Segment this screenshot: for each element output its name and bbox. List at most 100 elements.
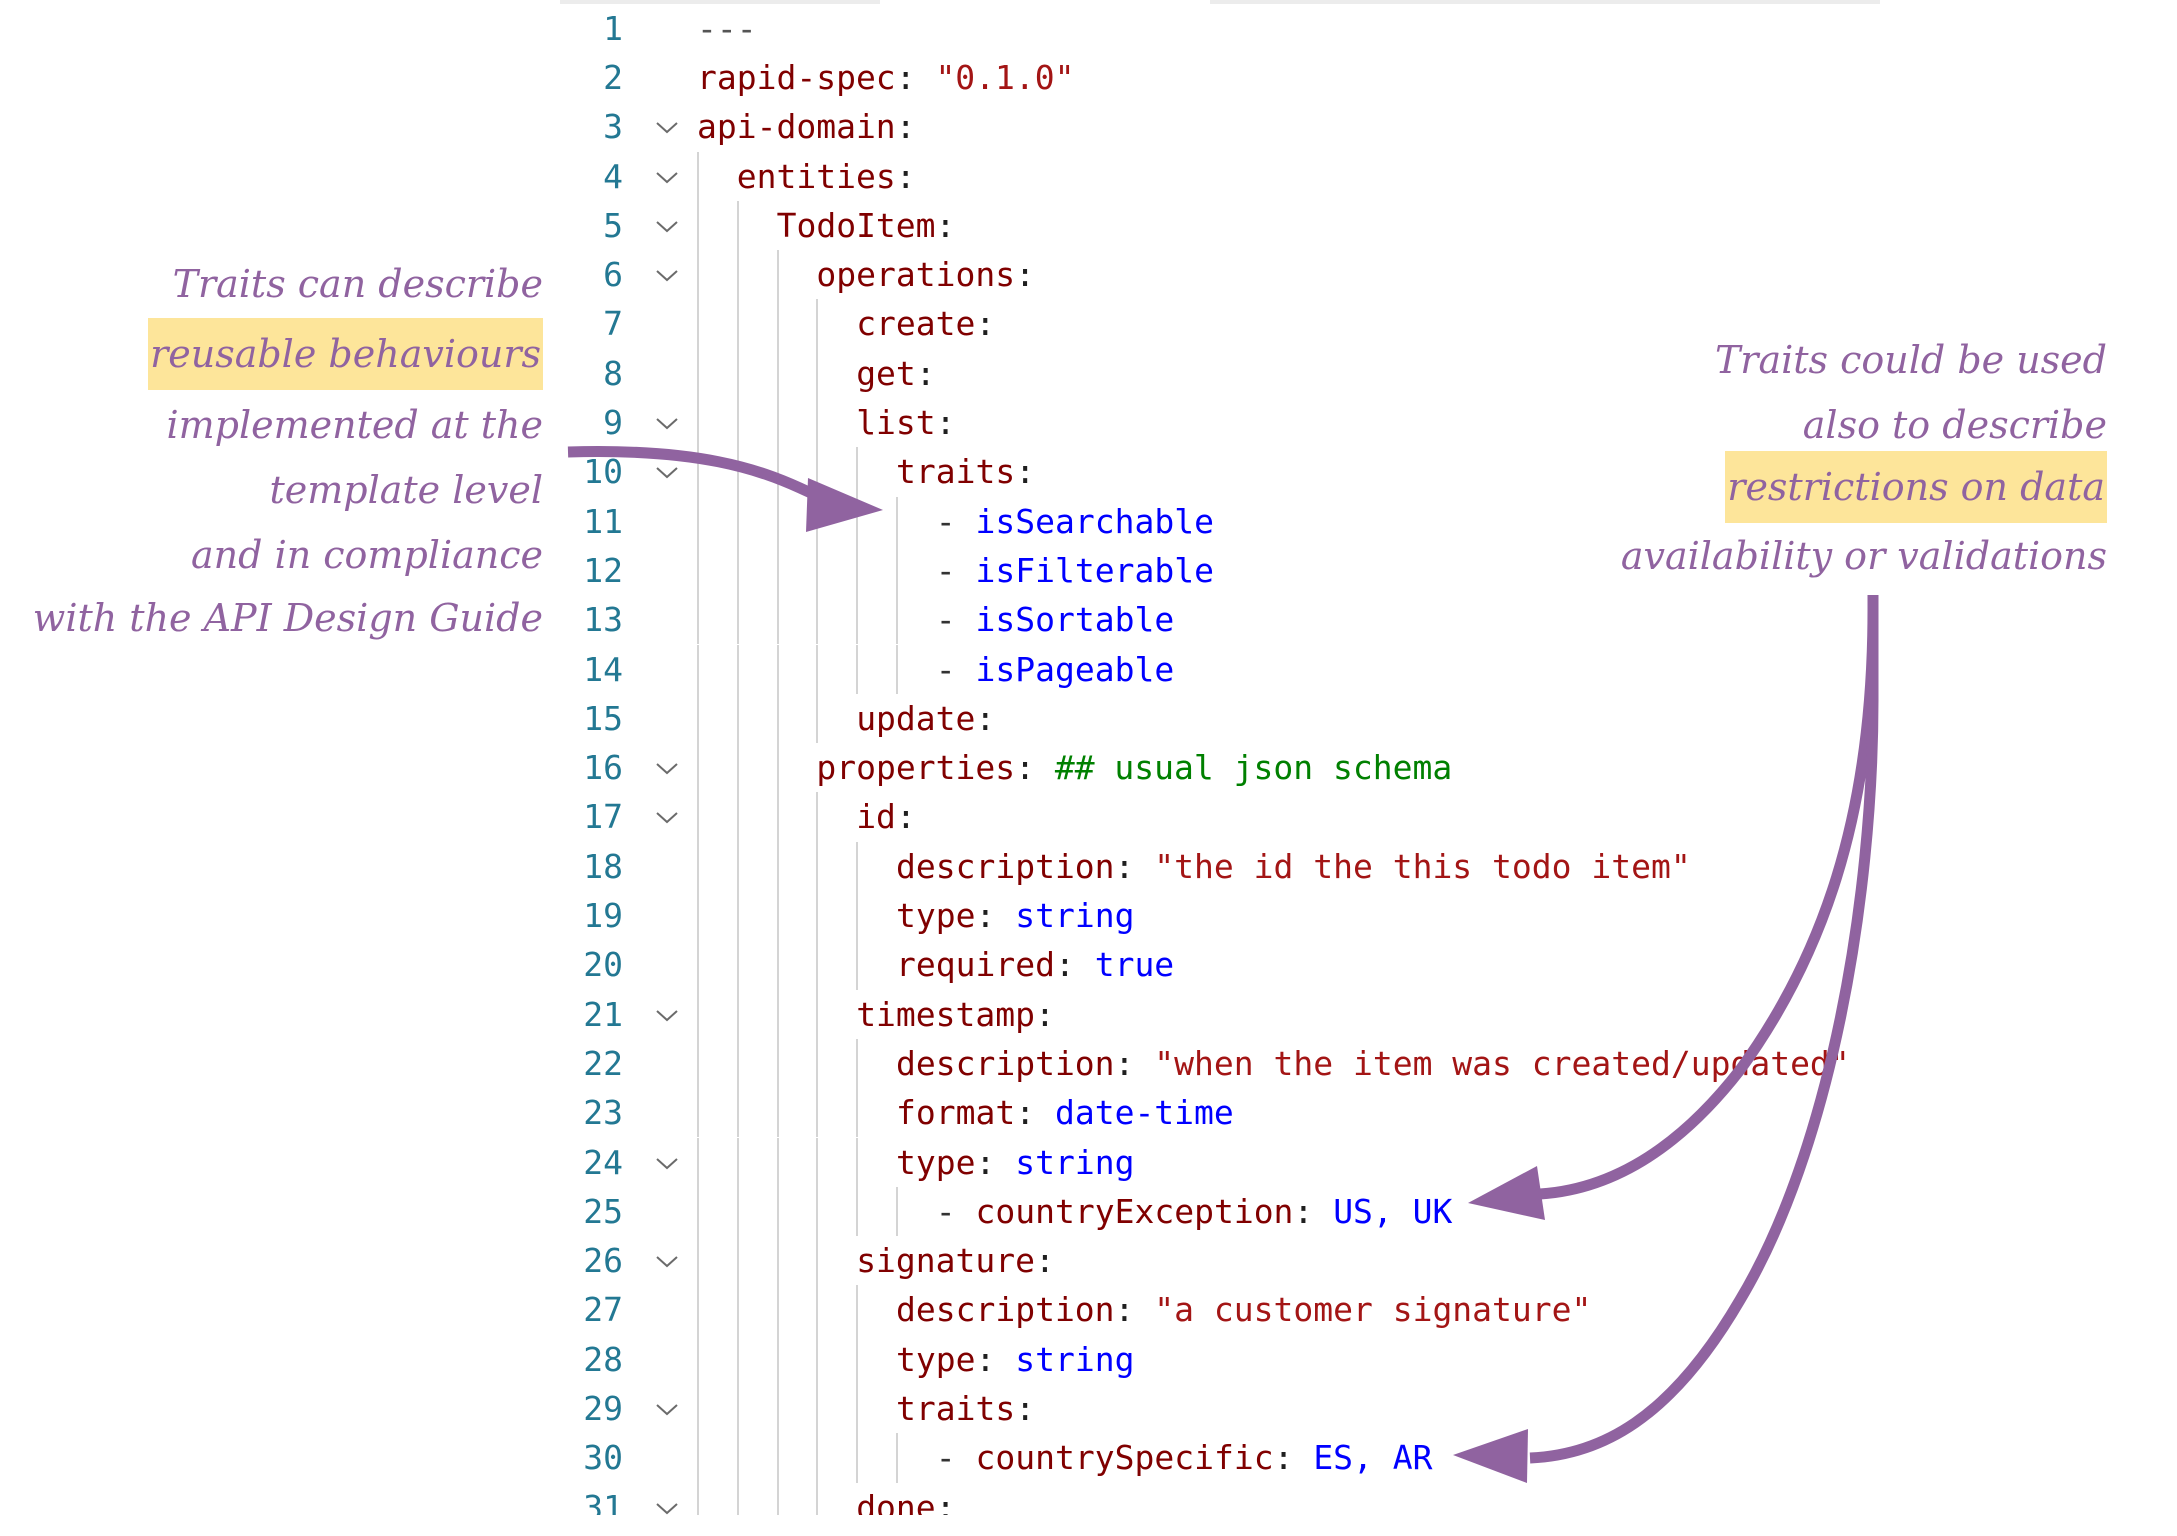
fold-chevron-down-icon[interactable] [655, 1151, 679, 1175]
indent-guide [776, 1482, 779, 1515]
code-line[interactable]: 24 type: string [0, 1137, 2177, 1187]
code-text: get: [856, 349, 935, 398]
code-text: rapid-spec: "0.1.0" [697, 53, 1075, 102]
code-line[interactable]: 19 type: string [0, 891, 2177, 941]
indent-guide [697, 398, 699, 448]
indent-guide [697, 1038, 699, 1089]
line-number: 12 [583, 550, 623, 590]
fold-chevron-down-icon[interactable] [655, 165, 679, 189]
code-line[interactable]: 20 required: true [0, 940, 2177, 990]
line-number: 3 [603, 107, 623, 147]
yaml-colon: : [1273, 1438, 1314, 1478]
indent-guide [856, 1186, 859, 1237]
fold-chevron-down-icon[interactable] [655, 805, 679, 829]
code-text: done: [856, 1483, 955, 1515]
fold-chevron-down-icon[interactable] [655, 1249, 679, 1273]
indent-guide [736, 348, 739, 398]
annotation-line: also to describe [1803, 400, 2107, 450]
indent-guide [816, 989, 819, 1039]
code-line[interactable]: 26 signature: [0, 1236, 2177, 1286]
fold-chevron-down-icon[interactable] [655, 756, 679, 780]
line-number: 6 [603, 255, 623, 295]
yaml-key: entities [736, 156, 896, 196]
indent-guide [816, 1186, 819, 1237]
yaml-colon: : [935, 403, 956, 442]
indent-guide [776, 891, 779, 941]
fold-chevron-down-icon[interactable] [655, 263, 679, 287]
indent-guide [816, 1433, 819, 1483]
code-line[interactable]: 31 done: [0, 1482, 2177, 1515]
fold-chevron-down-icon[interactable] [655, 1496, 679, 1515]
fold-chevron-down-icon[interactable] [655, 214, 679, 238]
yaml-colon: : [1035, 994, 1055, 1034]
fold-chevron-down-icon[interactable] [655, 411, 679, 435]
yaml-key: description [896, 846, 1115, 886]
yaml-key: list [856, 403, 936, 442]
yaml-colon: : [1015, 1389, 1036, 1428]
code-line[interactable]: 16 properties: ## usual json schema [0, 743, 2177, 793]
indent-guide [856, 595, 859, 645]
code-line[interactable]: 27 description: "a customer signature" [0, 1285, 2177, 1335]
indent-guide [856, 1433, 859, 1483]
line-number: 10 [583, 452, 623, 492]
annotation-highlighted-text: reusable behaviours [148, 318, 543, 390]
indent-guide [697, 299, 699, 349]
yaml-colon: : [1015, 452, 1036, 492]
line-number: 5 [603, 205, 623, 245]
code-text: traits: [896, 447, 1035, 496]
code-line[interactable]: 17 id: [0, 792, 2177, 842]
indent-guide [697, 1285, 699, 1335]
indent-guide [697, 348, 699, 398]
indent-guide [736, 1285, 739, 1335]
yaml-colon: : [1035, 1241, 1055, 1281]
code-line[interactable]: 15 update: [0, 693, 2177, 744]
code-line[interactable]: 22 description: "when the item was create… [0, 1038, 2177, 1089]
yaml-colon: : [1114, 1290, 1155, 1330]
yaml-colon: : [975, 1339, 1016, 1379]
annotation-line: restrictions on data [1725, 451, 2107, 523]
indent-guide [856, 1334, 859, 1384]
line-number: 19 [583, 896, 623, 935]
line-number: 28 [583, 1339, 623, 1379]
code-line[interactable]: 21 timestamp: [0, 989, 2177, 1039]
indent-guide [816, 1088, 819, 1138]
annotation-text: availability or validations [1620, 534, 2107, 578]
code-line[interactable]: 25 - countryException: US, UK [0, 1186, 2177, 1237]
code-line[interactable]: 30 - countrySpecific: ES, AR [0, 1433, 2177, 1483]
indent-guide [816, 792, 819, 842]
code-text: description: "the id the this todo item" [896, 842, 1691, 891]
yaml-colon: : [895, 156, 916, 196]
fold-chevron-down-icon[interactable] [655, 1003, 679, 1027]
code-text: --- [697, 4, 757, 53]
indent-guide [856, 1137, 859, 1187]
indent-guide [776, 545, 779, 596]
yaml-document-separator: --- [697, 8, 757, 48]
code-line[interactable]: 18 description: "the id the this todo ite… [0, 841, 2177, 891]
code-text: required: true [896, 940, 1174, 989]
indent-guide [856, 644, 859, 694]
indent-guide [697, 1334, 699, 1384]
fold-chevron-down-icon[interactable] [655, 1397, 679, 1421]
code-text: create: [856, 299, 995, 348]
yaml-key: TodoItem [776, 205, 936, 245]
fold-chevron-down-icon[interactable] [655, 460, 679, 484]
annotation-line: and in compliance [191, 530, 543, 580]
code-line[interactable]: 28 type: string [0, 1334, 2177, 1384]
indent-guide [697, 447, 699, 497]
code-line[interactable]: 23 format: date-time [0, 1088, 2177, 1138]
indent-guide [776, 1285, 779, 1335]
annotation-text: implemented at the [166, 403, 543, 447]
annotation-line: Traits could be used [1715, 335, 2107, 385]
indent-guide [896, 496, 898, 546]
annotation-text: also to describe [1802, 403, 2107, 447]
fold-chevron-down-icon[interactable] [655, 115, 679, 139]
line-number: 16 [583, 748, 623, 788]
indent-guide [697, 1482, 699, 1515]
yaml-key: id [856, 797, 896, 837]
annotation-text: template level [269, 468, 543, 512]
indent-guide [736, 841, 739, 891]
indent-guide [856, 1088, 859, 1138]
code-line[interactable]: 29 traits: [0, 1384, 2177, 1434]
yaml-value: isFilterable [975, 550, 1214, 590]
indent-guide [856, 891, 859, 941]
